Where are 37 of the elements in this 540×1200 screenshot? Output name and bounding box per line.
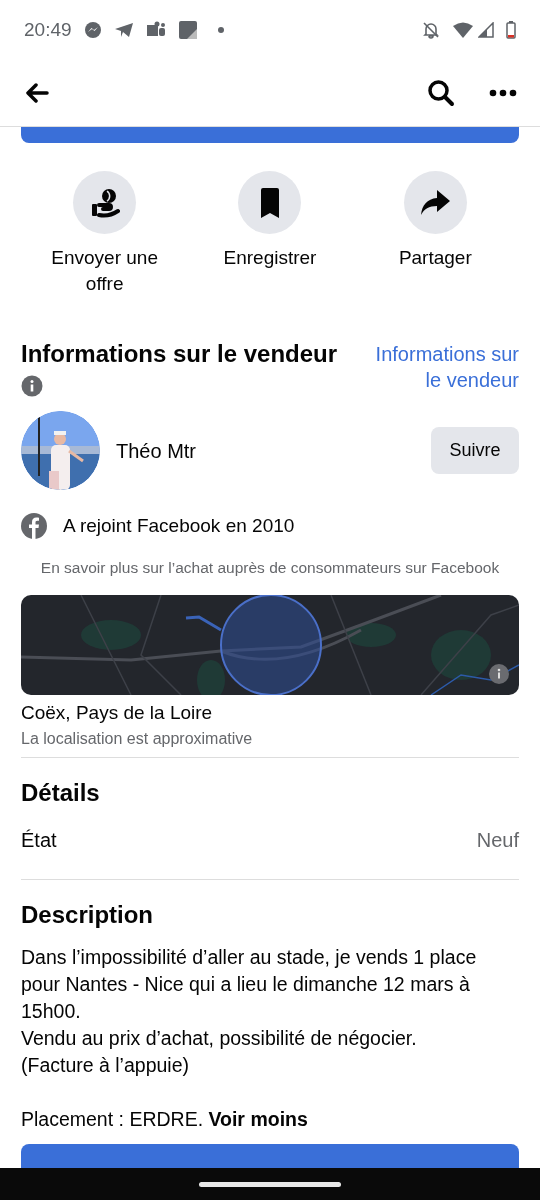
joined-text: A rejoint Facebook en 2010 bbox=[63, 514, 295, 538]
placement-text: Placement : ERDRE. bbox=[21, 1107, 204, 1130]
signal-icon bbox=[478, 22, 494, 38]
teams-icon bbox=[145, 21, 166, 39]
seller-info-link[interactable]: Informations sur le vendeur bbox=[369, 341, 519, 393]
home-indicator[interactable] bbox=[199, 1181, 341, 1187]
share-arrow-icon bbox=[419, 188, 452, 217]
see-less-link[interactable]: Voir moins bbox=[208, 1107, 308, 1130]
search-button[interactable] bbox=[426, 78, 456, 108]
detail-value: Neuf bbox=[476, 827, 519, 853]
action-label: Envoyer une offre bbox=[50, 246, 159, 296]
messenger-icon bbox=[83, 21, 102, 39]
facebook-icon bbox=[21, 513, 47, 540]
section-title: Description bbox=[21, 899, 155, 930]
battery-icon bbox=[506, 21, 516, 39]
follow-button[interactable]: Suivre bbox=[431, 427, 519, 474]
learn-more-link[interactable]: En savoir plus sur l’achat auprès de consommateurs sur Facebook bbox=[0, 555, 540, 579]
detail-label: État bbox=[21, 827, 57, 853]
info-icon[interactable] bbox=[489, 663, 509, 684]
seller-name[interactable]: Théo Mtr bbox=[116, 435, 431, 466]
action-label: Enregistrer bbox=[222, 246, 318, 270]
info-icon[interactable] bbox=[21, 375, 43, 397]
status-time: 20:49 bbox=[24, 17, 72, 42]
section-title: Informations sur le vendeur bbox=[21, 339, 338, 369]
location-name: Coëx, Pays de la Loire bbox=[21, 700, 214, 725]
bookmark-icon bbox=[259, 186, 281, 219]
dot-icon bbox=[217, 27, 224, 33]
description-text: Dans l’impossibilité d’aller au stade, je vends 1 place pour Nantes - Nice qui a lieu le dimanche 12 mars à 15h00. Vendu au prix d’achat, possibilité de négocier. (Facture à l’appuie) bbox=[21, 944, 478, 1078]
wifi-icon bbox=[452, 22, 474, 38]
back-button[interactable] bbox=[24, 80, 50, 106]
location-note: La localisation est approximative bbox=[21, 728, 254, 749]
hand-coin-icon bbox=[89, 186, 120, 219]
bell-muted-icon bbox=[422, 21, 440, 39]
app-icon bbox=[177, 20, 198, 40]
action-label: Partager bbox=[397, 246, 473, 270]
section-title: Détails bbox=[21, 777, 101, 808]
more-options-button[interactable] bbox=[488, 88, 518, 98]
